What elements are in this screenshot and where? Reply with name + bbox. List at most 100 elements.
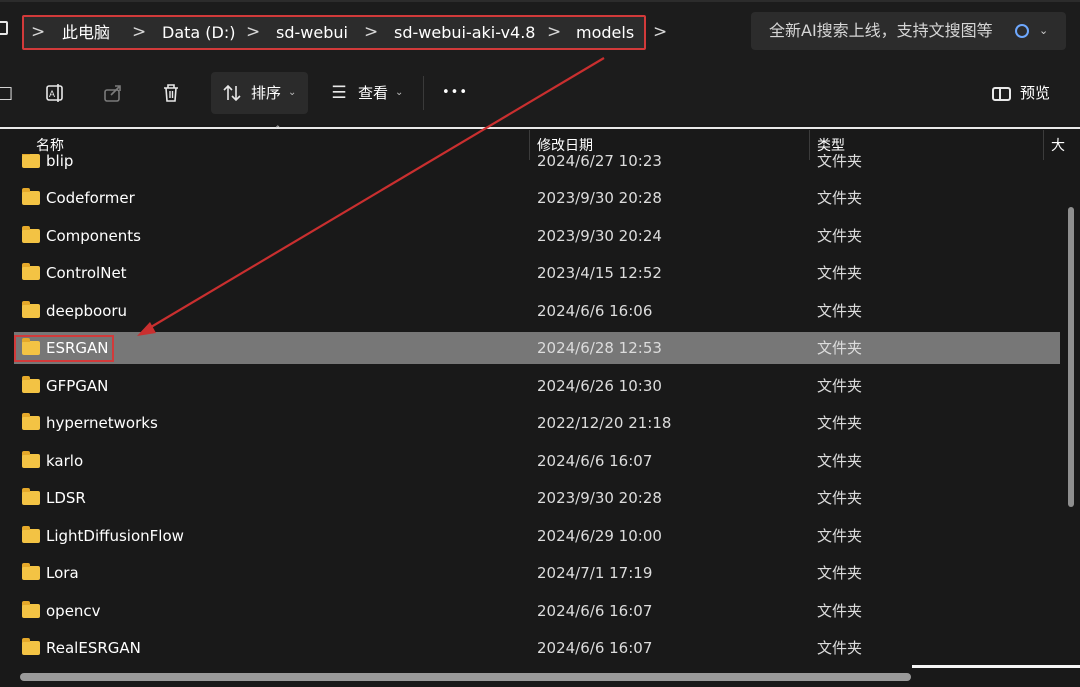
chevron-right-icon[interactable]: >	[364, 16, 378, 49]
item-type: 文件夹	[817, 227, 863, 245]
item-name: ControlNet	[46, 264, 127, 282]
chevron-right-icon[interactable]: >	[31, 16, 45, 49]
list-item[interactable]: karlo 2024/6/6 16:07 文件夹	[14, 445, 1060, 477]
item-type: 文件夹	[817, 602, 863, 620]
list-item[interactable]: LDSR 2023/9/30 20:28 文件夹	[14, 482, 1060, 514]
item-date: 2023/9/30 20:28	[537, 189, 662, 207]
this-pc-icon[interactable]	[0, 21, 8, 35]
item-type: 文件夹	[817, 339, 863, 357]
item-type: 文件夹	[817, 527, 863, 545]
item-name: blip	[46, 154, 74, 170]
view-button-label[interactable]: 查看	[358, 72, 388, 114]
chevron-right-icon[interactable]: >	[246, 16, 260, 49]
item-date: 2024/6/6 16:07	[537, 639, 653, 657]
item-type: 文件夹	[817, 564, 863, 582]
breadcrumb-item-sd-webui[interactable]: sd-webui	[276, 16, 348, 49]
list-item[interactable]: deepbooru 2024/6/6 16:06 文件夹	[14, 295, 1060, 327]
list-item[interactable]: LightDiffusionFlow 2024/6/29 10:00 文件夹	[14, 520, 1060, 552]
item-name: Codeformer	[46, 189, 135, 207]
folder-icon	[22, 301, 40, 318]
share-icon[interactable]	[102, 82, 124, 104]
item-date: 2022/12/20 21:18	[537, 414, 672, 432]
list-item[interactable]: Components 2023/9/30 20:24 文件夹	[14, 220, 1060, 252]
item-date: 2023/9/30 20:24	[537, 227, 662, 245]
item-date: 2024/6/27 10:23	[537, 154, 662, 170]
item-type: 文件夹	[817, 302, 863, 320]
chevron-right-icon[interactable]: >	[132, 16, 146, 49]
item-type: 文件夹	[817, 377, 863, 395]
list-item[interactable]: ControlNet 2023/4/15 12:52 文件夹	[14, 257, 1060, 289]
breadcrumb-item-data-drive[interactable]: Data (D:)	[162, 16, 235, 49]
list-item-selected[interactable]: ESRGAN 2024/6/28 12:53 文件夹	[14, 332, 1060, 364]
folder-icon	[22, 263, 40, 280]
item-name: karlo	[46, 452, 84, 470]
folder-icon	[22, 526, 40, 543]
item-name: opencv	[46, 602, 101, 620]
item-name: GFPGAN	[46, 377, 109, 395]
breadcrumb-item-models[interactable]: models	[576, 16, 634, 49]
item-name: deepbooru	[46, 302, 128, 320]
list-item[interactable]: opencv 2024/6/6 16:07 文件夹	[14, 595, 1060, 627]
item-name: LDSR	[46, 489, 86, 507]
folder-icon	[22, 154, 40, 168]
item-name: hypernetworks	[46, 414, 158, 432]
item-date: 2024/6/26 10:30	[537, 377, 662, 395]
list-item[interactable]: GFPGAN 2024/6/26 10:30 文件夹	[14, 370, 1060, 402]
list-item[interactable]: Codeformer 2023/9/30 20:28 文件夹	[14, 182, 1060, 214]
search-input[interactable]: 全新AI搜索上线，支持文搜图等	[769, 12, 993, 50]
chevron-down-icon[interactable]: ⌄	[395, 72, 403, 114]
item-type: 文件夹	[817, 639, 863, 657]
folder-icon	[22, 338, 40, 355]
chevron-down-icon[interactable]: ⌄	[288, 72, 296, 114]
list-item[interactable]: blip 2024/6/27 10:23 文件夹	[14, 154, 1060, 177]
breadcrumb-item-sd-webui-aki[interactable]: sd-webui-aki-v4.8	[394, 16, 535, 49]
item-date: 2023/4/15 12:52	[537, 264, 662, 282]
chevron-down-icon[interactable]: ⌄	[1039, 12, 1048, 50]
folder-icon	[22, 563, 40, 580]
sort-icon[interactable]	[221, 82, 243, 104]
item-date: 2024/6/6 16:07	[537, 602, 653, 620]
vertical-scrollbar[interactable]	[1068, 207, 1074, 507]
item-date: 2024/6/6 16:07	[537, 452, 653, 470]
item-date: 2024/7/1 17:19	[537, 564, 653, 582]
folder-icon	[22, 413, 40, 430]
item-name: LightDiffusionFlow	[46, 527, 184, 545]
folder-icon	[22, 376, 40, 393]
sort-button-label[interactable]: 排序	[251, 72, 281, 114]
preview-button-label[interactable]: 预览	[1020, 72, 1050, 114]
folder-icon	[22, 451, 40, 468]
rename-icon[interactable]: A	[45, 82, 67, 104]
copy-icon[interactable]: □	[0, 82, 16, 104]
list-item[interactable]: RealESRGAN 2024/6/6 16:07 文件夹	[14, 632, 1060, 664]
svg-text:A: A	[49, 89, 55, 99]
item-type: 文件夹	[817, 264, 863, 282]
chevron-right-icon[interactable]: >	[547, 16, 561, 49]
item-date: 2024/6/28 12:53	[537, 339, 662, 357]
toolbar-separator	[0, 127, 1080, 129]
window-top-edge	[0, 0, 1080, 2]
item-date: 2023/9/30 20:28	[537, 489, 662, 507]
chevron-right-icon[interactable]: >	[653, 16, 667, 49]
toolbar-divider	[423, 76, 424, 110]
folder-icon	[22, 488, 40, 505]
item-type: 文件夹	[817, 414, 863, 432]
view-icon[interactable]: ☰	[328, 82, 350, 104]
item-name: RealESRGAN	[46, 639, 141, 657]
folder-icon	[22, 226, 40, 243]
folder-icon	[22, 188, 40, 205]
list-item[interactable]: hypernetworks 2022/12/20 21:18 文件夹	[14, 407, 1060, 439]
list-item[interactable]: Lora 2024/7/1 17:19 文件夹	[14, 557, 1060, 589]
folder-icon	[22, 638, 40, 655]
preview-pane-icon[interactable]	[992, 87, 1011, 101]
item-date: 2024/6/29 10:00	[537, 527, 662, 545]
item-type: 文件夹	[817, 489, 863, 507]
trash-icon[interactable]	[160, 82, 182, 104]
breadcrumb-item-this-pc[interactable]: 此电脑	[62, 16, 110, 49]
horizontal-scrollbar[interactable]	[20, 673, 911, 681]
item-name: Lora	[46, 564, 79, 582]
ai-search-icon[interactable]	[1015, 24, 1029, 38]
item-type: 文件夹	[817, 452, 863, 470]
item-date: 2024/6/6 16:06	[537, 302, 653, 320]
more-options-button[interactable]: •••	[442, 72, 468, 114]
item-name: Components	[46, 227, 141, 245]
